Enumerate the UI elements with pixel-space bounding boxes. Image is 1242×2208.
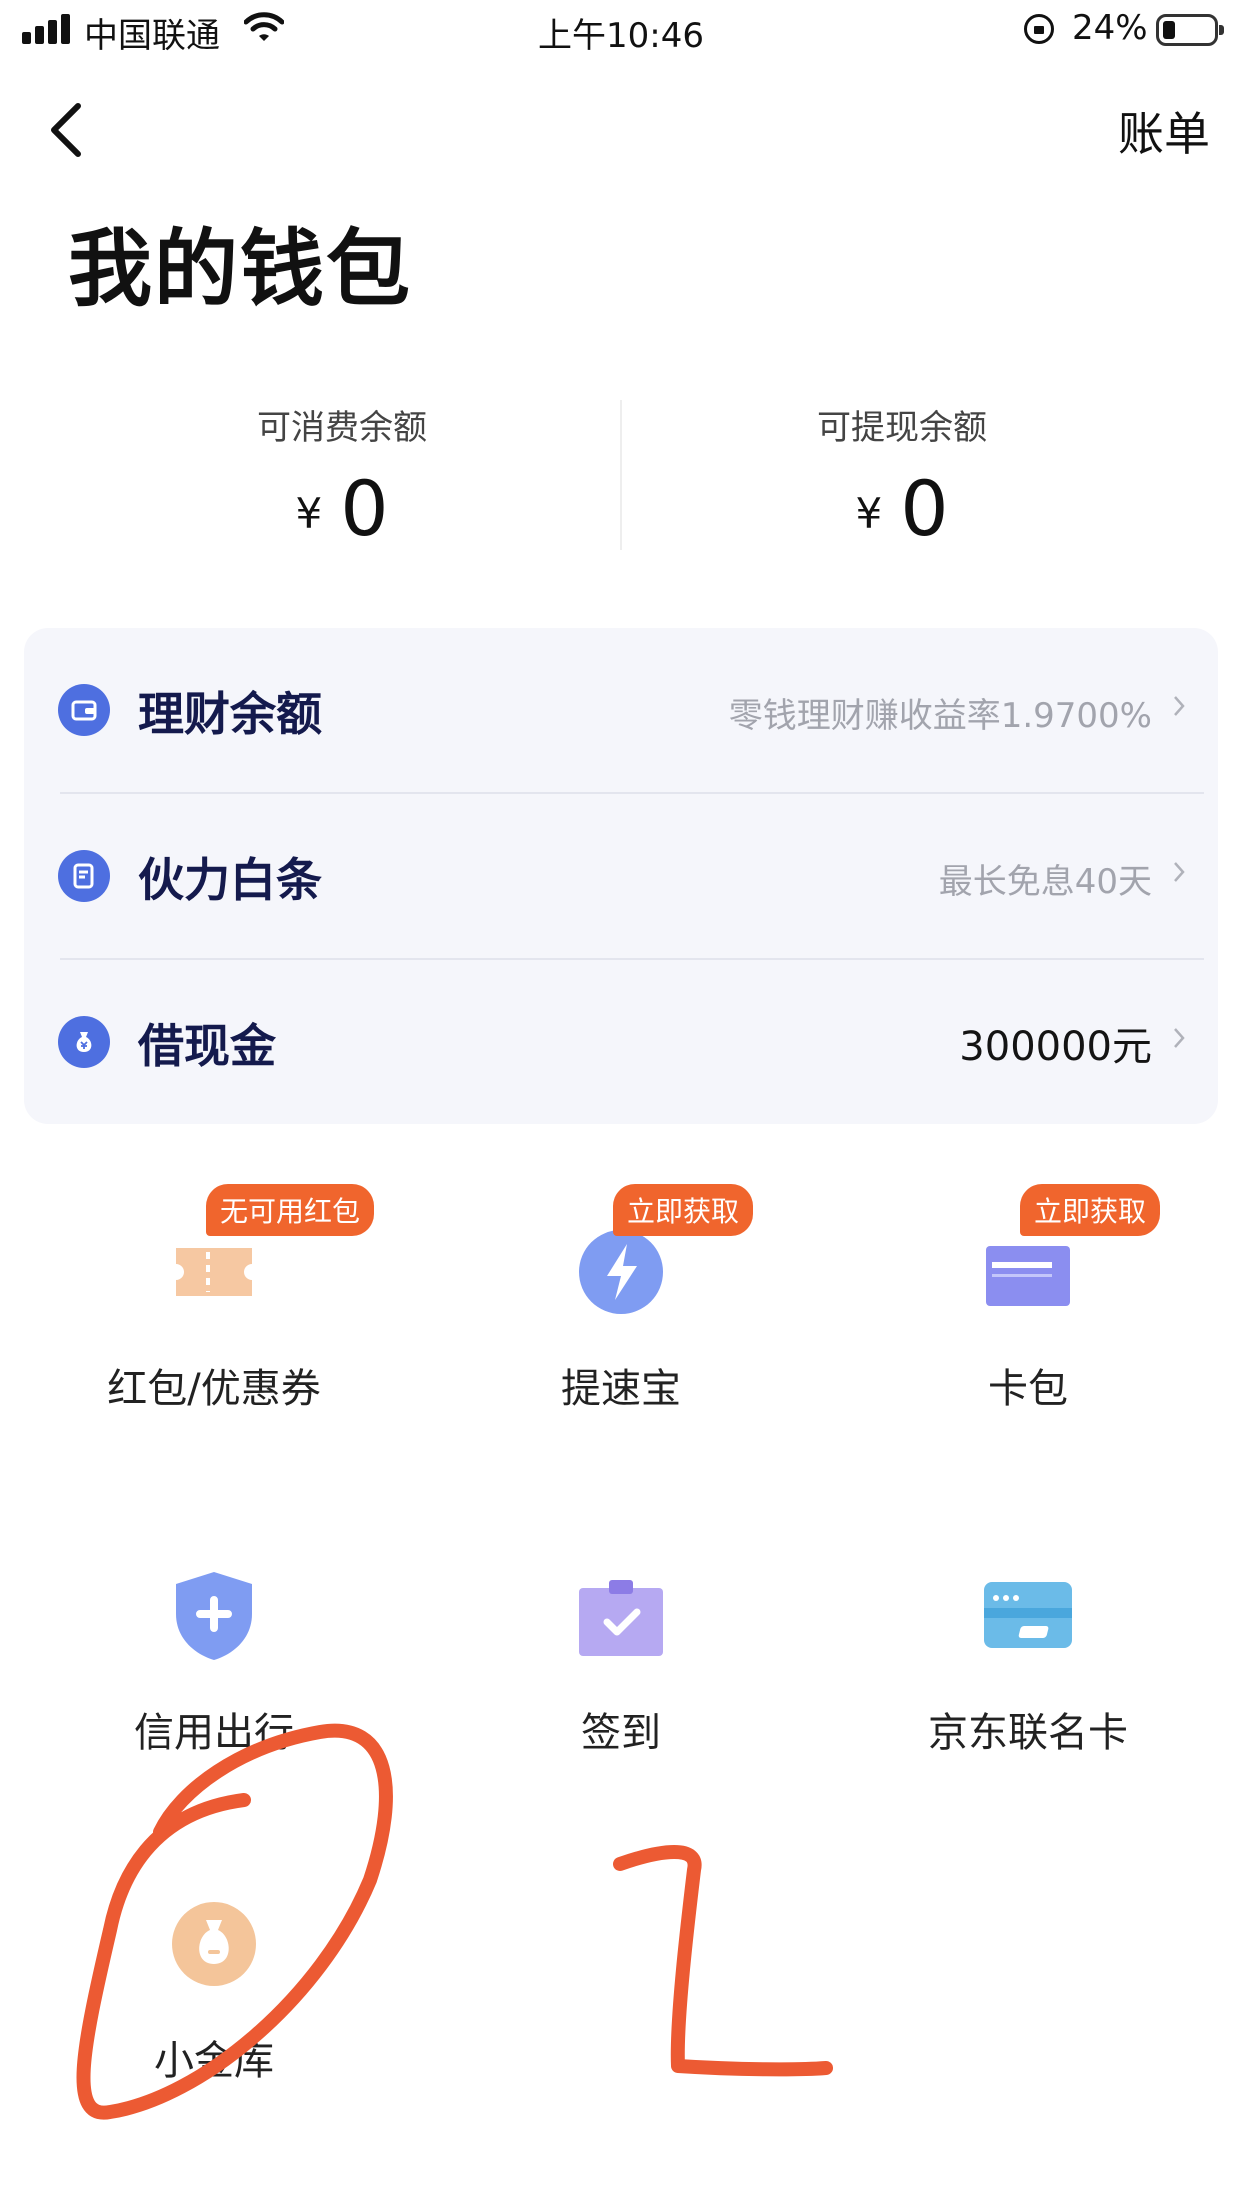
battery-icon (1156, 14, 1224, 46)
credit-card-icon (984, 1582, 1072, 1648)
grid-item-credit-travel[interactable]: 信用出行 (14, 1566, 414, 1758)
consumable-balance[interactable]: 可消费余额 ¥0 (62, 400, 622, 547)
grid-item-speedup[interactable]: 立即获取 提速宝 (421, 1184, 821, 1414)
page-title: 我的钱包 (68, 220, 413, 318)
grid-item-checkin[interactable]: 签到 (421, 1566, 821, 1758)
list-item-title: 理财余额 (138, 687, 322, 741)
chevron-right-icon (1174, 1028, 1185, 1048)
chevron-right-icon (1174, 696, 1185, 716)
grid-item-label: 提速宝 (561, 1366, 681, 1412)
money-bag-icon (58, 1016, 110, 1068)
grid-item-label: 卡包 (988, 1366, 1068, 1412)
list-item-cash-loan[interactable]: 借现金 300000元 (24, 960, 1218, 1126)
chevron-right-icon (1174, 862, 1185, 882)
gold-bag-icon (172, 1902, 256, 1986)
clock: 上午10:46 (538, 16, 704, 56)
lightning-icon (579, 1230, 663, 1314)
battery-percent: 24% (1072, 8, 1148, 48)
list-item-subtitle: 最长免息40天 (938, 862, 1152, 902)
list-item-wealth-balance[interactable]: 理财余额 零钱理财赚收益率1.9700% (24, 628, 1218, 794)
balance-amount: 0 (340, 464, 389, 553)
chevron-left-icon[interactable] (40, 100, 100, 160)
status-bar: 中国联通 上午10:46 24% (0, 0, 1242, 64)
grid-item-small-vault[interactable]: 小金库 (14, 1894, 414, 2086)
grid-item-label: 小金库 (154, 2038, 274, 2084)
list-item-title: 伙力白条 (138, 853, 322, 907)
rotation-lock-icon (1024, 14, 1054, 44)
list-item-baitiao[interactable]: 伙力白条 最长免息40天 (24, 794, 1218, 960)
status-badge: 无可用红包 (206, 1184, 375, 1236)
shield-icon (176, 1572, 252, 1660)
status-badge: 立即获取 (1020, 1184, 1161, 1236)
bill-icon (58, 850, 110, 902)
card-wallet-icon (986, 1246, 1070, 1306)
grid-item-label: 京东联名卡 (928, 1710, 1128, 1756)
list-item-subtitle: 300000元 (959, 1024, 1152, 1070)
calendar-check-icon (579, 1580, 663, 1656)
balance-label: 可消费余额 (257, 408, 427, 448)
currency-symbol: ¥ (855, 489, 883, 538)
list-item-title: 借现金 (138, 1019, 276, 1073)
finance-card: 理财余额 零钱理财赚收益率1.9700% 伙力白条 最长免息40天 借现金 30… (24, 628, 1218, 1124)
grid-item-coupons[interactable]: 无可用红包 红包/优惠券 (14, 1184, 414, 1414)
grid-item-card-wallet[interactable]: 立即获取 卡包 (828, 1184, 1228, 1414)
balance-label: 可提现余额 (817, 408, 987, 448)
list-item-subtitle: 零钱理财赚收益率1.9700% (728, 696, 1152, 736)
grid-item-label: 信用出行 (134, 1710, 294, 1756)
balance-amount: 0 (900, 464, 949, 553)
status-badge: 立即获取 (613, 1184, 754, 1236)
currency-symbol: ¥ (295, 489, 323, 538)
bill-button[interactable]: 账单 (1118, 98, 1210, 164)
grid-item-label: 红包/优惠券 (107, 1366, 321, 1412)
wallet-icon (58, 684, 110, 736)
withdrawable-balance[interactable]: 可提现余额 ¥0 (622, 400, 1182, 547)
grid-item-cobrand-card[interactable]: 京东联名卡 (828, 1566, 1228, 1758)
coupon-icon (176, 1248, 252, 1296)
grid-item-label: 签到 (581, 1710, 661, 1756)
